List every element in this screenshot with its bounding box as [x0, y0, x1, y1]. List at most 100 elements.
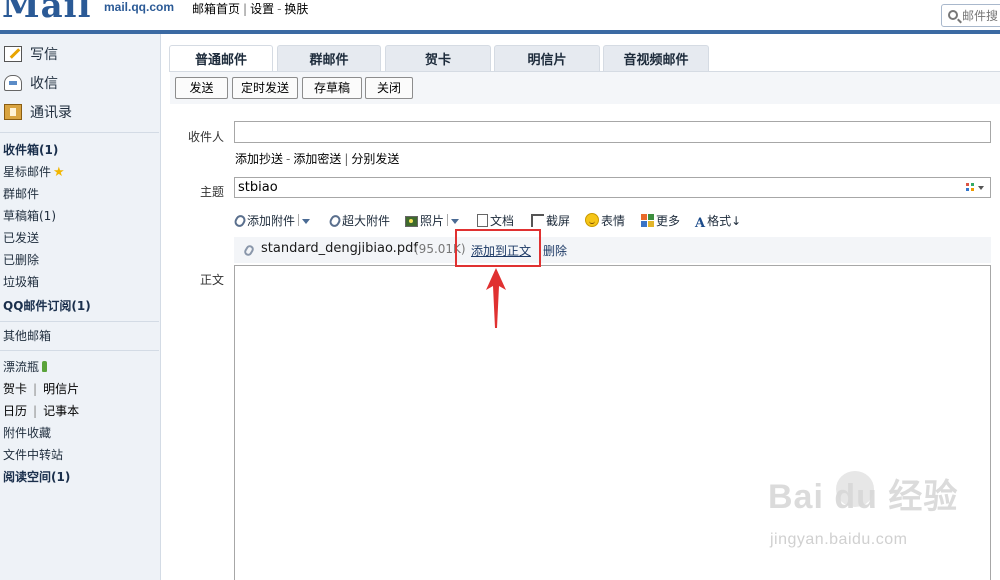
save-draft-button[interactable]: 存草稿 — [302, 77, 362, 99]
add-cc-link[interactable]: 添加抄送 — [235, 152, 283, 166]
sidebar-item-drift-bottle[interactable]: 漂流瓶 — [3, 358, 48, 376]
tab-postcard[interactable]: 明信片 — [494, 45, 600, 71]
contacts-icon — [4, 104, 22, 120]
sidebar-item-starred[interactable]: 星标邮件 ★ — [3, 163, 65, 181]
sidebar-item-notes[interactable]: 记事本 — [43, 404, 79, 418]
watermark-logo: Bai du 经验 — [768, 478, 959, 516]
smiley-icon — [585, 213, 599, 227]
inbox-icon — [4, 75, 22, 91]
star-icon: ★ — [53, 165, 65, 180]
emoji-button[interactable]: 表情 — [585, 212, 625, 230]
tool-label: 格式 — [707, 214, 732, 228]
photo-icon — [405, 216, 418, 227]
tab-greeting-card[interactable]: 贺卡 — [385, 45, 491, 71]
sidebar-item-drafts[interactable]: 草稿箱(1) — [3, 207, 56, 225]
sidebar-item-label: 收信 — [30, 76, 58, 92]
sidebar-item-card[interactable]: 贺卡 — [3, 382, 27, 396]
sidebar-item-calendar-row: 日历 | 记事本 — [3, 402, 79, 420]
sidebar-item-sent[interactable]: 已发送 — [3, 229, 39, 247]
sidebar-item-contacts[interactable]: 通讯录 — [4, 101, 72, 125]
top-bar: Mail mail.qq.com 邮箱首页 | 设置 - 换肤 — [0, 0, 1000, 34]
scheduled-send-button[interactable]: 定时发送 — [232, 77, 298, 99]
chevron-down-icon[interactable] — [302, 219, 311, 224]
close-button[interactable]: 关闭 — [365, 77, 413, 99]
tool-label: 表情 — [601, 214, 626, 228]
format-icon: A — [695, 216, 706, 231]
sidebar-item-label: 写信 — [30, 47, 58, 63]
compose-toolbar: 发送 定时发送 存草稿 关闭 — [170, 72, 1000, 104]
sidebar-item-subscriptions[interactable]: QQ邮件订阅(1) — [3, 297, 91, 315]
skin-link[interactable]: 换肤 — [284, 2, 308, 16]
sidebar-item-attachments[interactable]: 附件收藏 — [3, 424, 51, 442]
tab-group-mail[interactable]: 群邮件 — [277, 45, 381, 71]
screenshot-button[interactable]: 截屏 — [531, 212, 570, 230]
divider — [298, 214, 300, 226]
write-icon — [4, 46, 22, 62]
sidebar-item-reading-space[interactable]: 阅读空间(1) — [3, 468, 70, 486]
sidebar-item-inbox[interactable]: 收件箱(1) — [3, 141, 58, 159]
tool-label: 截屏 — [546, 214, 571, 228]
subject-input[interactable] — [234, 177, 991, 198]
search-box[interactable] — [941, 4, 1000, 27]
sidebar-item-file-transfer[interactable]: 文件中转站 — [3, 446, 63, 464]
annotation-arrow — [486, 268, 506, 328]
add-attachment-button[interactable]: 添加附件 — [232, 212, 311, 230]
sidebar-item-calendar[interactable]: 日历 — [3, 404, 27, 418]
tab-av-mail[interactable]: 音视频邮件 — [603, 45, 709, 71]
subject-options-icon[interactable] — [966, 183, 974, 191]
document-button[interactable]: 文档 — [477, 212, 514, 230]
sidebar-item-label: 星标邮件 — [3, 165, 52, 179]
search-icon — [948, 10, 958, 20]
sidebar-item-receive[interactable]: 收信 — [4, 72, 58, 96]
screenshot-icon — [531, 214, 544, 227]
sidebar-item-other-mailbox[interactable]: 其他邮箱 — [3, 327, 51, 345]
attachment-row: standard_dengjibiao.pdf (95.01K) 添加到正文 删… — [234, 237, 991, 263]
settings-link[interactable]: 设置 — [250, 2, 274, 16]
sidebar-item-card-row: 贺卡 | 明信片 — [3, 380, 79, 398]
sidebar-item-deleted[interactable]: 已删除 — [3, 251, 39, 269]
tool-label: 文档 — [490, 214, 515, 228]
sidebar-item-label: 漂流瓶 — [3, 360, 40, 374]
sidebar-item-write[interactable]: 写信 — [4, 43, 58, 67]
paperclip-icon — [327, 213, 343, 229]
sidebar-item-group-mail[interactable]: 群邮件 — [3, 185, 39, 203]
link-separator: | — [344, 152, 349, 166]
add-bcc-link[interactable]: 添加密送 — [293, 152, 341, 166]
divider — [447, 214, 449, 226]
tool-label: 添加附件 — [247, 214, 296, 228]
send-button[interactable]: 发送 — [175, 77, 228, 99]
sidebar-divider — [0, 132, 159, 133]
sidebar-item-label: 通讯录 — [30, 105, 72, 121]
photo-button[interactable]: 照片 — [405, 212, 460, 230]
tool-label: 照片 — [420, 214, 445, 228]
more-button[interactable]: 更多 — [641, 212, 680, 230]
delete-attachment-link[interactable]: 删除 — [543, 242, 567, 259]
chevron-down-icon[interactable] — [451, 219, 460, 224]
tool-label: 超大附件 — [342, 214, 391, 228]
document-icon — [477, 214, 488, 227]
recipient-input[interactable] — [234, 121, 991, 143]
sidebar-item-postcard[interactable]: 明信片 — [43, 382, 79, 396]
tab-normal-mail[interactable]: 普通邮件 — [169, 45, 273, 71]
recipient-label: 收件人 — [187, 130, 224, 144]
top-links: 邮箱首页 | 设置 - 换肤 — [192, 0, 308, 17]
subject-label: 主题 — [199, 185, 224, 199]
paperclip-icon — [232, 213, 248, 229]
format-button[interactable]: A 格式↓ — [695, 212, 742, 231]
mailbox-home-link[interactable]: 邮箱首页 — [192, 2, 240, 16]
sidebar-divider — [0, 350, 159, 351]
separate-send-link[interactable]: 分别发送 — [351, 152, 399, 166]
paperclip-icon — [242, 243, 256, 258]
tool-label: 更多 — [656, 214, 681, 228]
watermark-url: jingyan.baidu.com — [770, 531, 908, 548]
format-arrow-icon: ↓ — [731, 214, 742, 228]
search-input[interactable] — [962, 7, 1000, 24]
chevron-down-icon[interactable] — [978, 186, 984, 190]
body-label: 正文 — [199, 273, 224, 287]
sidebar-item-spam[interactable]: 垃圾箱 — [3, 273, 39, 291]
link-separator: | — [33, 382, 38, 396]
large-attachment-button[interactable]: 超大附件 — [327, 212, 391, 230]
watermark: Bai du 经验 jingyan.baidu.com — [768, 469, 998, 559]
logo-domain: mail.qq.com — [104, 0, 175, 14]
link-separator: | — [33, 404, 38, 418]
